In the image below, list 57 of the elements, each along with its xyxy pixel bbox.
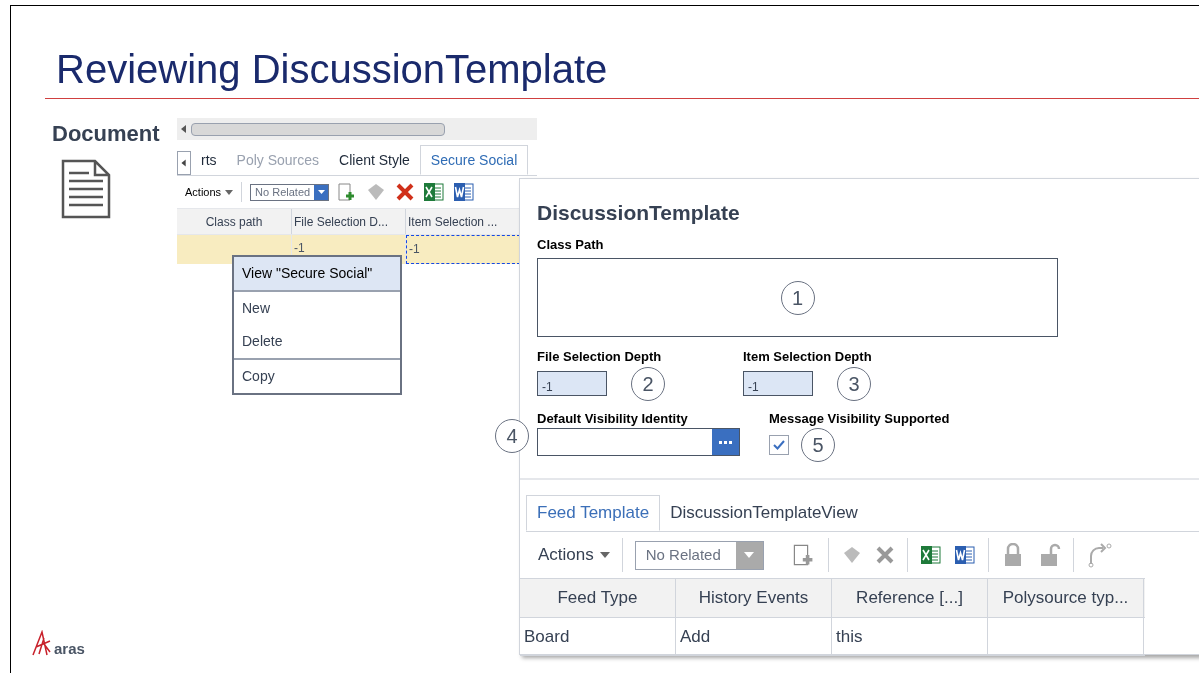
item-type-label: Document [52, 120, 160, 148]
menu-item[interactable]: New [234, 290, 400, 325]
checkbox[interactable] [769, 435, 789, 455]
class-path-field[interactable]: 1 [537, 258, 1058, 337]
menu-item[interactable]: View "Secure Social" [234, 257, 400, 290]
caret-icon [744, 552, 755, 558]
form-title: DiscussionTemplate [537, 200, 741, 226]
callout-number: 1 [780, 280, 815, 315]
related-dropdown[interactable]: No Related [634, 540, 764, 570]
delete-icon[interactable] [874, 545, 895, 565]
aras-logo: aras [32, 630, 85, 656]
check-icon [773, 440, 785, 450]
column-header[interactable]: History Events [676, 579, 832, 617]
caret-icon [599, 552, 610, 558]
callout-number: 3 [837, 366, 871, 401]
actions-menu[interactable]: Actions [538, 542, 610, 568]
table-cell: this [832, 618, 988, 655]
table-cell: Board [520, 618, 676, 655]
column-header[interactable]: Reference [...] [832, 579, 988, 617]
scroll-left-icon[interactable] [177, 151, 191, 175]
field-label: Message Visibility Supported [769, 409, 950, 428]
menu-item[interactable]: Delete [234, 325, 400, 358]
column-header[interactable]: Feed Type [520, 579, 676, 617]
menu-item[interactable]: Copy [234, 358, 400, 393]
word-document-icon[interactable] [453, 181, 476, 203]
caret-icon [317, 190, 325, 194]
more-icon[interactable] [712, 429, 739, 455]
field-label: Class Path [537, 235, 605, 254]
document-icon [61, 159, 111, 219]
tab[interactable]: DiscussionTemplateView [660, 495, 868, 531]
column-header[interactable]: Polysource typ... [988, 579, 1144, 617]
callout-number: 4 [495, 418, 529, 453]
tab[interactable]: rts [191, 145, 227, 175]
slide-title: Reviewing DiscussionTemplate [56, 46, 608, 93]
callout-number: 2 [631, 366, 665, 401]
horizontal-scrollbar[interactable] [177, 118, 537, 140]
table-cell: Add [676, 618, 832, 655]
identity-picker-field[interactable] [537, 428, 740, 456]
actions-menu[interactable]: Actions [185, 183, 234, 201]
word-document-icon[interactable] [953, 544, 976, 566]
field-label: File Selection Depth [537, 348, 663, 366]
column-header[interactable]: Class path [177, 209, 292, 234]
related-dropdown[interactable]: No Related [250, 183, 330, 201]
tab[interactable]: Feed Template [526, 495, 661, 531]
field-label: Default Visibility Identity [537, 409, 689, 428]
scroll-left-icon[interactable] [181, 125, 187, 133]
field-label: Item Selection Depth [743, 348, 873, 366]
delete-icon[interactable] [395, 182, 416, 202]
spreadsheet-icon[interactable] [919, 544, 942, 566]
tab[interactable]: Secure Social [419, 145, 529, 175]
number-field[interactable]: -1 [743, 371, 813, 396]
caret-icon [225, 189, 234, 195]
column-header[interactable]: File Selection D... [292, 209, 406, 234]
number-field[interactable]: -1 [537, 371, 607, 396]
spreadsheet-icon[interactable] [423, 181, 446, 203]
callout-number: 5 [801, 428, 835, 462]
tab[interactable]: Client Style [329, 145, 420, 175]
